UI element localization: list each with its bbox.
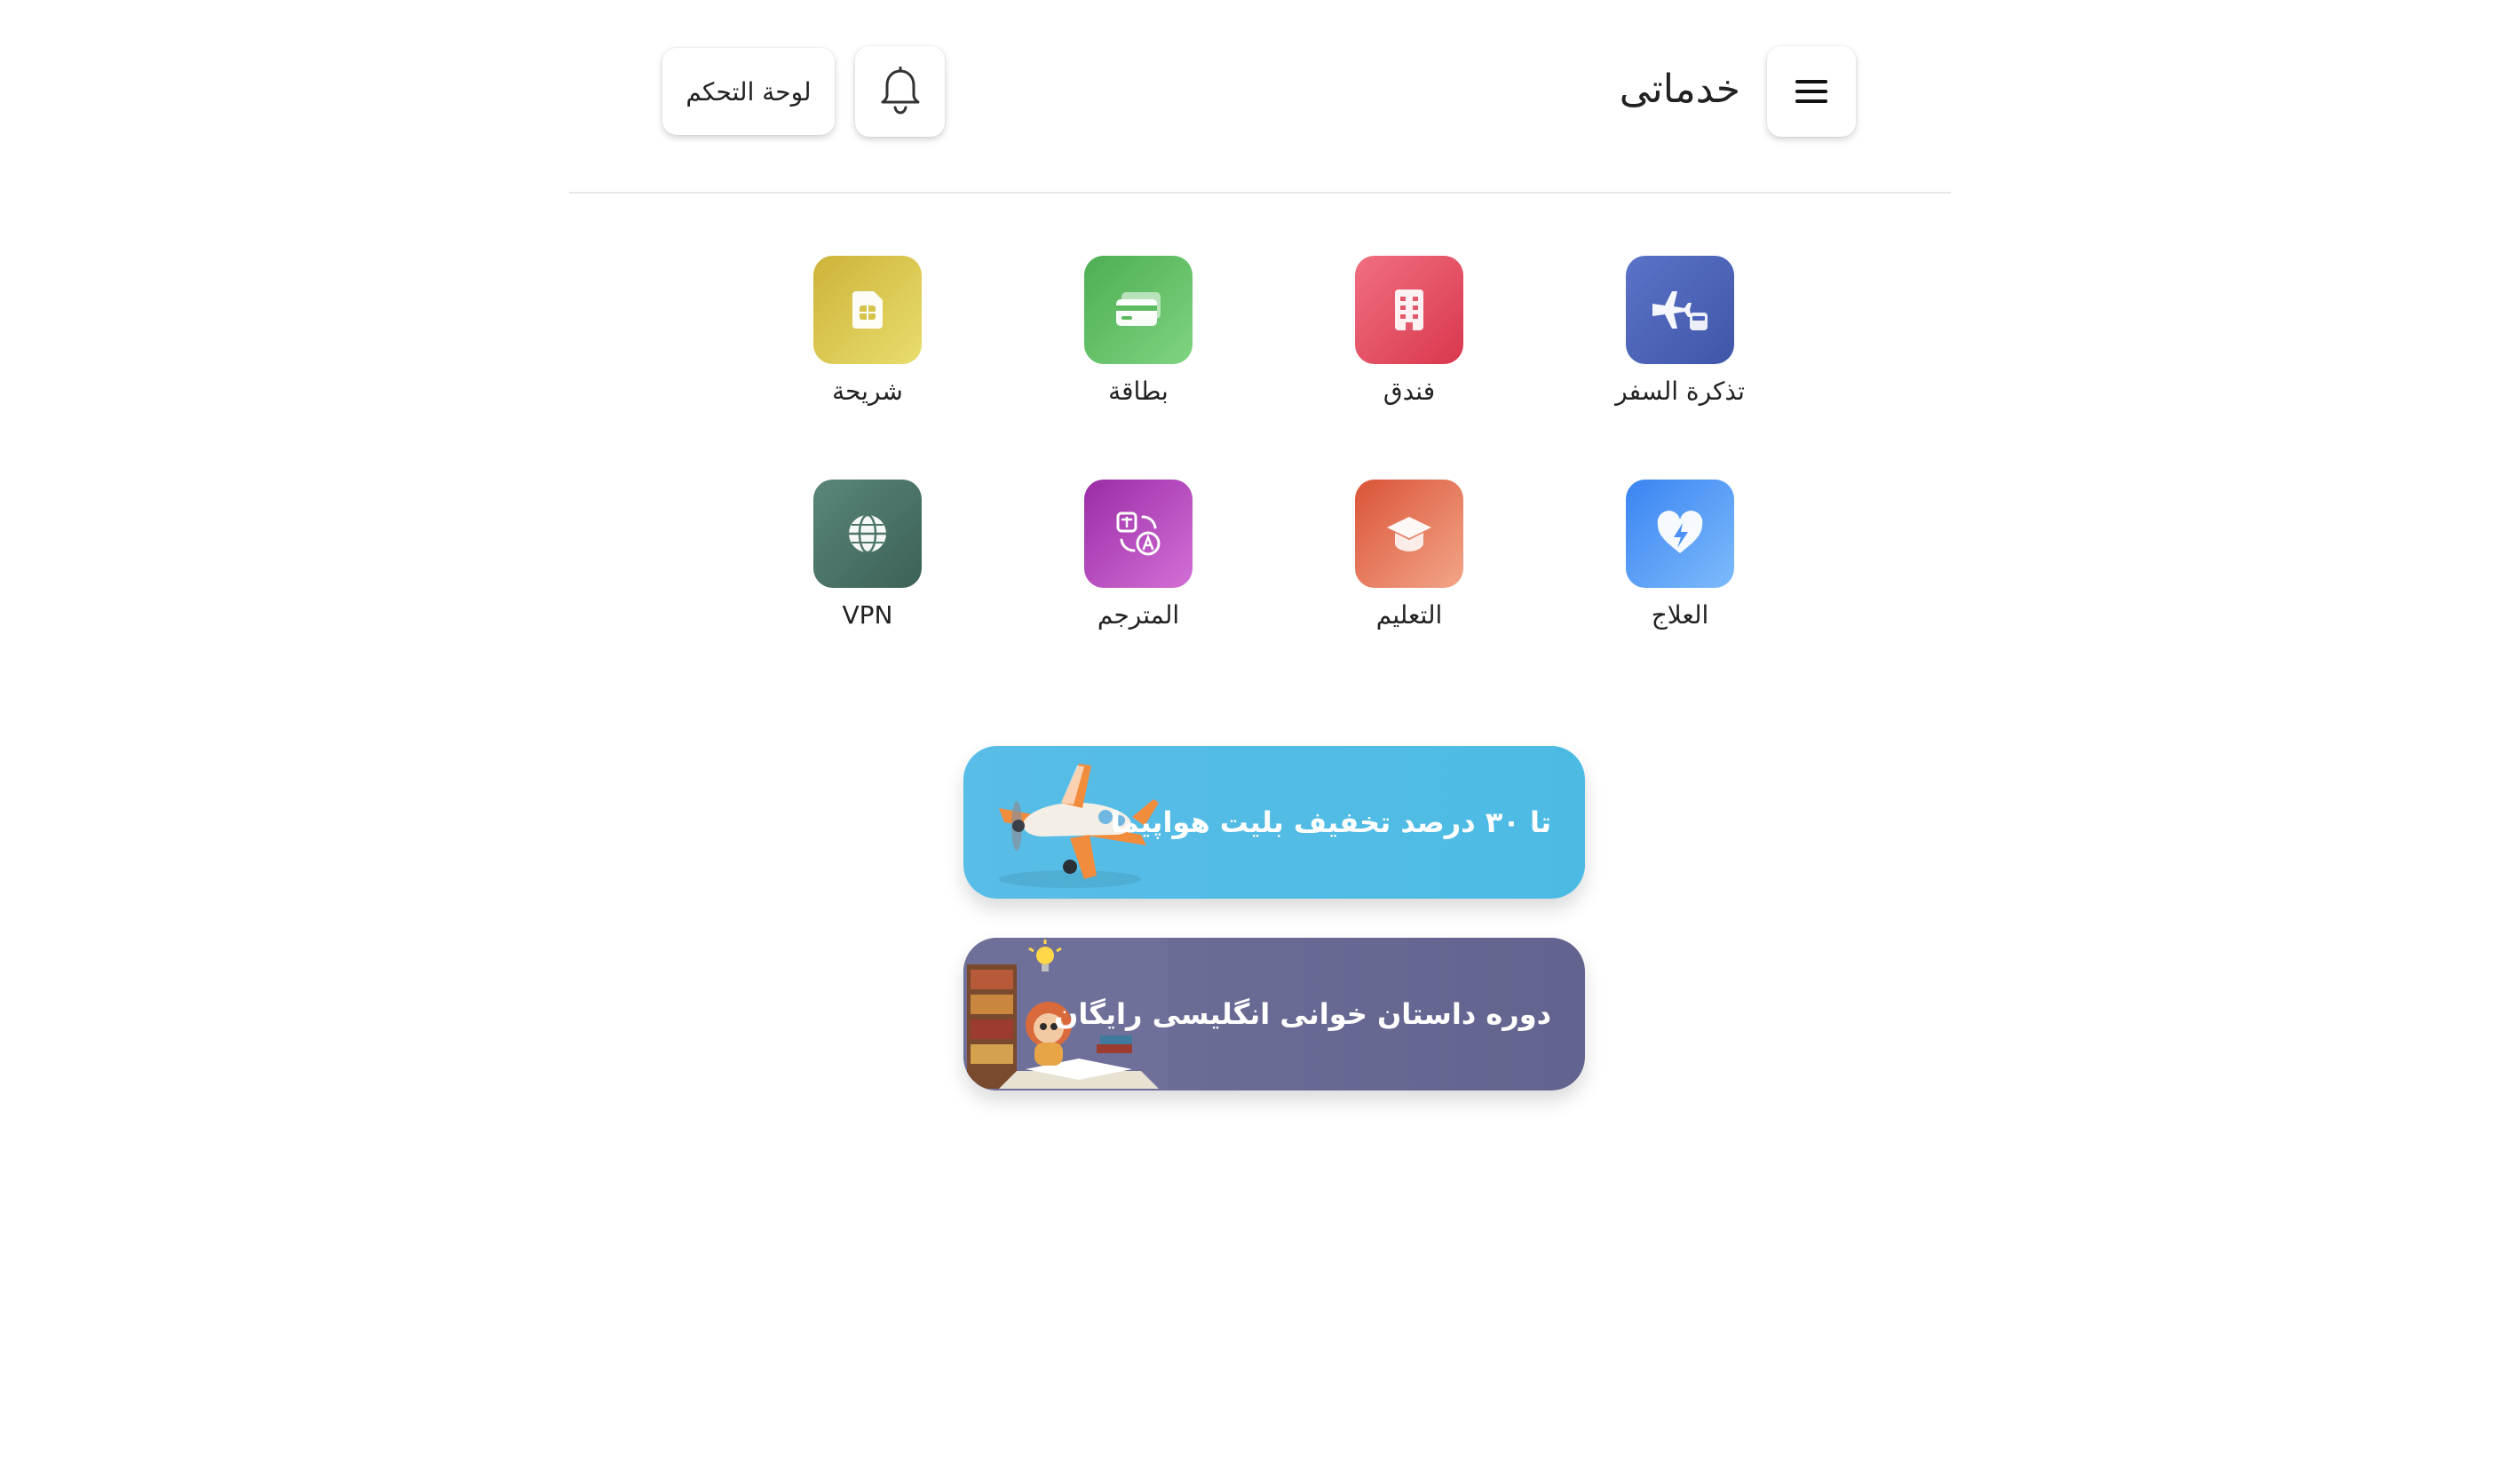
service-label: VPN (842, 600, 893, 630)
hamburger-menu-icon (1795, 80, 1827, 103)
service-label: فندق (1383, 377, 1436, 406)
service-label: العلاج (1651, 600, 1709, 630)
service-tile[interactable] (1084, 256, 1193, 364)
service-translator[interactable]: المترجم (1050, 480, 1227, 657)
sim-card-icon (852, 291, 883, 329)
service-education[interactable]: التعليم (1320, 480, 1498, 657)
english-course-banner[interactable]: دوره داستان خوانی انگلیسی رایگان (963, 938, 1585, 1090)
service-vpn[interactable]: VPN (779, 480, 956, 657)
notifications-button[interactable] (855, 46, 945, 137)
service-label: تذكرة السفر (1615, 377, 1745, 406)
service-label: التعليم (1375, 600, 1443, 630)
globe-icon (849, 513, 886, 554)
service-tile[interactable] (813, 256, 922, 364)
banner-text: دوره داستان خوانی انگلیسی رایگان (1054, 997, 1551, 1031)
service-tile[interactable] (1084, 480, 1193, 588)
service-hotel[interactable]: فندق (1320, 256, 1498, 433)
header-divider (569, 192, 1951, 194)
service-sim[interactable]: شريحة (779, 256, 956, 433)
plane-train-icon (1652, 291, 1708, 330)
graduation-cap-icon (1387, 517, 1431, 551)
service-label: بطاقة (1108, 377, 1169, 406)
service-tile[interactable] (1626, 480, 1734, 588)
services-page: خدماتی لوحة التحكم تذكرة السفر فندق بطاق… (0, 0, 2520, 1475)
credit-card-icon (1116, 292, 1161, 326)
service-card[interactable]: بطاقة (1050, 256, 1227, 433)
heart-pulse-icon (1657, 511, 1703, 553)
hotel-building-icon (1395, 289, 1423, 330)
service-treatment[interactable]: العلاج (1591, 480, 1769, 657)
bell-icon (881, 67, 919, 115)
flight-discount-banner[interactable]: تا ۳۰ درصد تخفیف بلیت هواپیما (963, 746, 1585, 899)
service-travel-ticket[interactable]: تذكرة السفر (1591, 256, 1769, 433)
banner-text: تا ۳۰ درصد تخفیف بلیت هواپیما (1110, 805, 1551, 839)
service-label: المترجم (1097, 600, 1180, 630)
service-tile[interactable] (1626, 256, 1734, 364)
service-tile[interactable] (1355, 480, 1463, 588)
translate-icon (1116, 511, 1161, 556)
page-title: خدماتی (1619, 67, 1740, 112)
dashboard-button[interactable]: لوحة التحكم (662, 48, 835, 135)
service-tile[interactable] (1355, 256, 1463, 364)
service-tile[interactable] (813, 480, 922, 588)
menu-button[interactable] (1767, 46, 1856, 137)
service-label: شريحة (832, 377, 903, 406)
